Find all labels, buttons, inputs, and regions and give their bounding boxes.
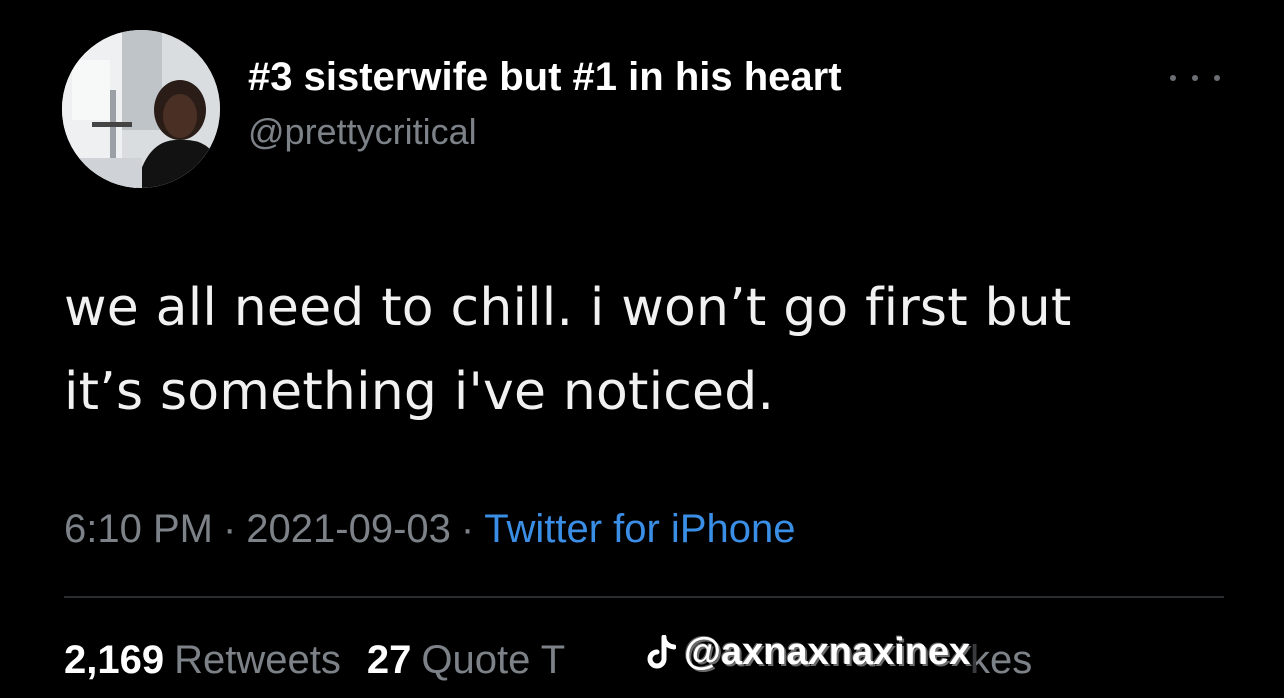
divider — [64, 596, 1224, 598]
tweet-meta: 6:10 PM · 2021-09-03 · Twitter for iPhone — [64, 505, 795, 553]
tweet-date[interactable]: 2021-09-03 — [246, 507, 451, 551]
more-horizontal-icon[interactable] — [1170, 68, 1220, 88]
watermark-text: @axnaxnaxinex — [684, 631, 971, 673]
watermark: @axnaxnaxinex — [640, 630, 977, 676]
more-dot — [1170, 75, 1176, 81]
retweets-stat[interactable]: 2,169 Retweets — [64, 638, 341, 682]
tweet-time[interactable]: 6:10 PM — [64, 507, 213, 551]
user-handle[interactable]: @prettycritical — [248, 112, 477, 152]
display-name[interactable]: #3 sisterwife but #1 in his heart — [248, 55, 842, 99]
avatar-image — [62, 30, 220, 188]
tiktok-logo-icon — [646, 634, 677, 671]
likes-label-tail[interactable]: kes — [970, 636, 1032, 684]
quote-tweets-label: Quote T — [421, 638, 566, 682]
more-dot — [1214, 75, 1220, 81]
more-dot — [1192, 75, 1198, 81]
quote-tweets-stat[interactable]: 27 Quote T — [367, 638, 565, 682]
tweet-source-link[interactable]: Twitter for iPhone — [484, 507, 795, 551]
tweet-text-line: we all need to chill. i won’t go first b… — [64, 278, 1072, 338]
meta-separator: · — [460, 507, 475, 551]
tweet-text-line: it’s something i've noticed. — [64, 362, 775, 422]
avatar[interactable] — [62, 30, 220, 188]
meta-separator: · — [222, 507, 237, 551]
retweets-count: 2,169 — [64, 638, 165, 682]
quote-tweets-count: 27 — [366, 638, 412, 682]
retweets-label: Retweets — [174, 638, 341, 682]
tweet-card: #3 sisterwife but #1 in his heart @prett… — [0, 0, 1284, 698]
tweet-text: we all need to chill. i won’t go first b… — [64, 266, 1244, 434]
tweet-stats: 2,169 Retweets 27 Quote T — [64, 636, 565, 684]
